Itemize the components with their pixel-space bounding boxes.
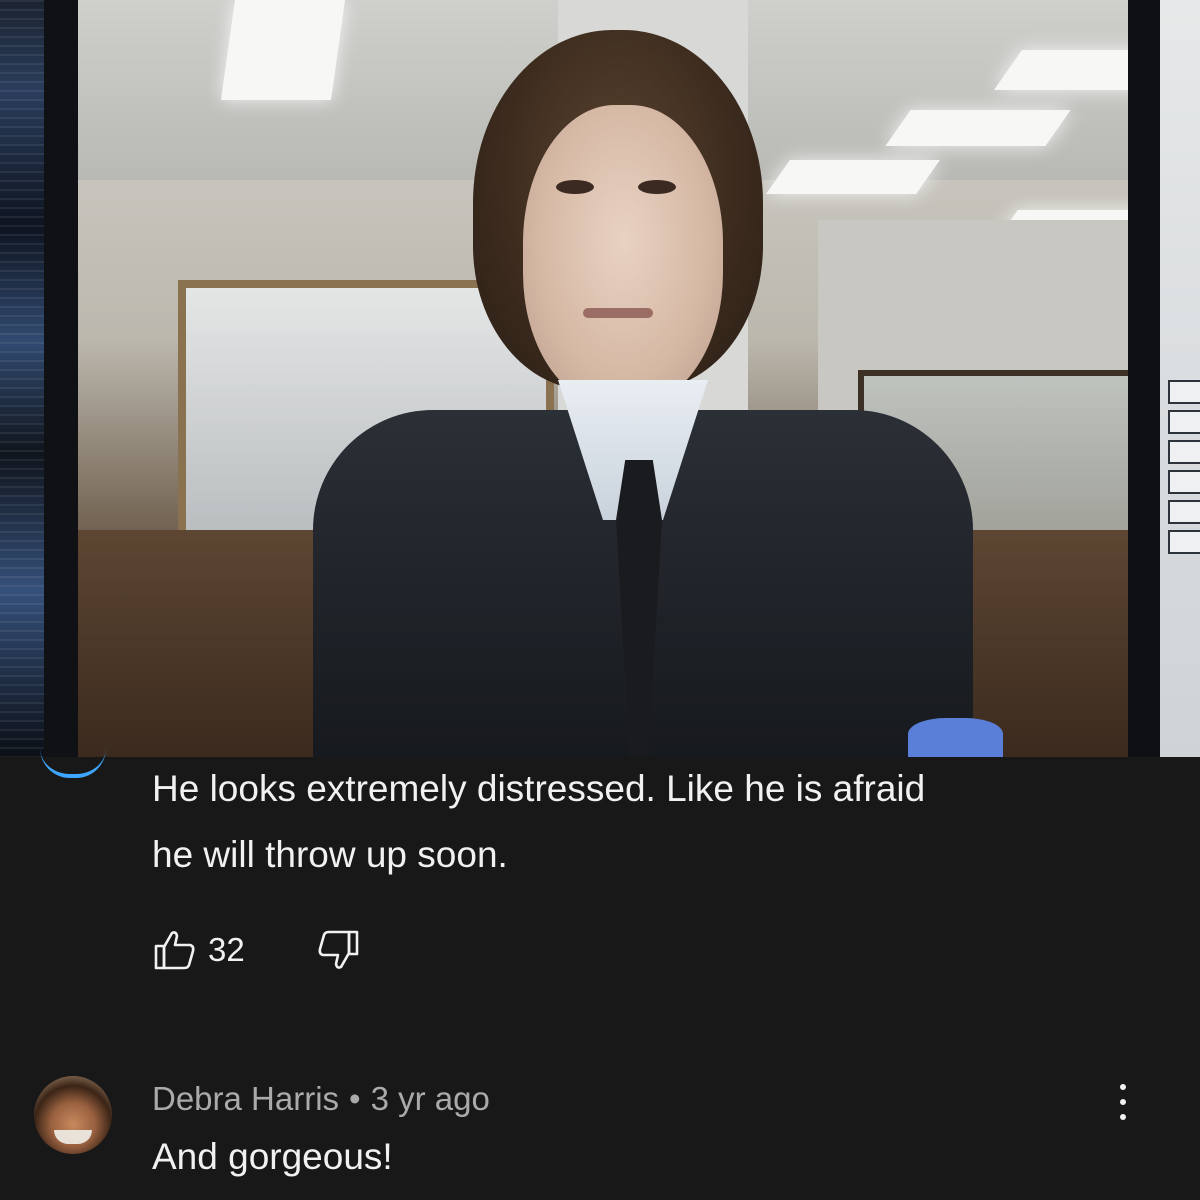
video-still-image: [0, 0, 1200, 757]
more-vert-icon[interactable]: [1108, 1078, 1138, 1126]
author-name[interactable]: Debra Harris: [152, 1080, 339, 1117]
person-figure: [238, 30, 1003, 757]
comment-age: 3 yr ago: [370, 1080, 490, 1117]
meta-separator: •: [349, 1080, 361, 1117]
comment-text-line-1: He looks extremely distressed. Like he i…: [152, 768, 926, 809]
thumbs-up-icon[interactable]: [152, 927, 198, 973]
comment-actions: 32: [152, 922, 361, 978]
comment-text: He looks extremely distressed. Like he i…: [152, 756, 1152, 888]
comment-text-line-2: he will throw up soon.: [152, 834, 508, 875]
like-count: 32: [208, 931, 245, 968]
comment-meta: Debra Harris • 3 yr ago: [152, 1080, 490, 1118]
reply-text: And gorgeous!: [152, 1136, 393, 1177]
monitor-right-screen: [1160, 0, 1200, 757]
thumbs-down-icon[interactable]: [315, 927, 361, 973]
avatar-edge: [40, 748, 106, 778]
avatar[interactable]: [34, 1076, 112, 1154]
video-scene: [78, 0, 1160, 757]
